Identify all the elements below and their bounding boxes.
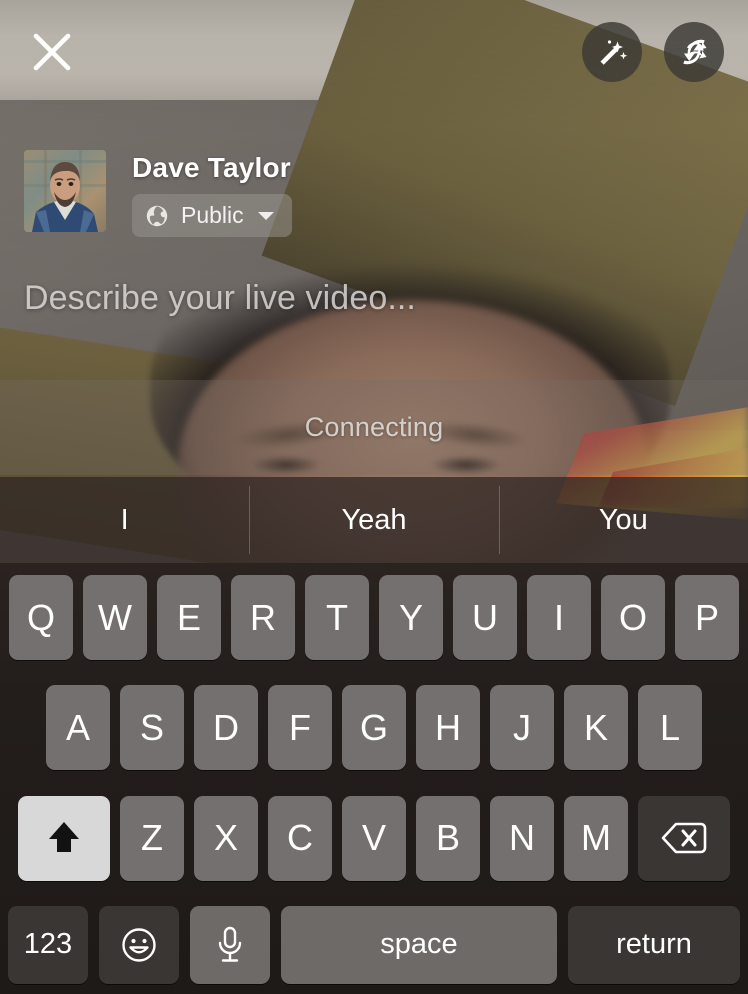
key-k[interactable]: K <box>564 685 628 771</box>
effects-button[interactable] <box>582 22 642 82</box>
key-d[interactable]: D <box>194 685 258 771</box>
description-input[interactable]: Describe your live video... <box>24 279 724 318</box>
key-s[interactable]: S <box>120 685 184 771</box>
key-v[interactable]: V <box>342 795 406 881</box>
key-t[interactable]: T <box>305 575 369 660</box>
close-button[interactable] <box>24 24 80 80</box>
status-text: Connecting <box>304 412 444 442</box>
key-h[interactable]: H <box>416 685 480 771</box>
space-key[interactable]: space <box>281 905 557 984</box>
key-o[interactable]: O <box>601 575 665 660</box>
keyboard-row-2: A S D F G H J K L <box>4 685 744 771</box>
identity-text: Dave Taylor Public <box>132 150 292 237</box>
suggestion-item-2[interactable]: You <box>498 477 748 563</box>
close-icon <box>31 31 73 73</box>
key-g[interactable]: G <box>342 685 406 771</box>
key-w[interactable]: W <box>83 575 147 660</box>
connection-status-band: Connecting <box>0 380 748 475</box>
magic-wand-icon <box>595 35 629 69</box>
flip-camera-button[interactable] <box>664 22 724 82</box>
privacy-selector[interactable]: Public <box>132 194 292 237</box>
globe-icon <box>145 204 169 228</box>
key-z[interactable]: Z <box>120 795 184 881</box>
live-video-composer-screen: Dave Taylor Public Describe your live vi… <box>0 0 748 994</box>
keyboard-row-3: Z X C V B N M <box>4 795 744 881</box>
numbers-key[interactable]: 123 <box>8 905 88 984</box>
key-x[interactable]: X <box>194 795 258 881</box>
key-n[interactable]: N <box>490 795 554 881</box>
key-p[interactable]: P <box>675 575 739 660</box>
key-m[interactable]: M <box>564 795 628 881</box>
suggestion-item-0[interactable]: I <box>0 477 249 563</box>
chevron-down-icon <box>256 209 276 223</box>
composer-panel: Dave Taylor Public Describe your live vi… <box>0 104 748 318</box>
suggestion-item-1[interactable]: Yeah <box>249 477 498 563</box>
keyboard-row-4: 123 space return <box>4 905 744 984</box>
keyboard-row-1: Q W E R T Y U I O P <box>4 575 744 660</box>
privacy-label: Public <box>181 202 244 228</box>
dictation-key[interactable] <box>190 905 270 984</box>
key-e[interactable]: E <box>157 575 221 660</box>
key-q[interactable]: Q <box>9 575 73 660</box>
top-bar <box>0 0 748 104</box>
key-i[interactable]: I <box>527 575 591 660</box>
delete-backward-icon <box>661 820 707 856</box>
top-bar-actions <box>582 22 724 82</box>
avatar[interactable] <box>24 150 106 232</box>
key-u[interactable]: U <box>453 575 517 660</box>
on-screen-keyboard: Q W E R T Y U I O P A S D F G H J K L Z … <box>0 563 748 994</box>
smiley-face-icon <box>120 926 158 964</box>
camera-flip-icon <box>677 35 711 69</box>
shift-key[interactable] <box>18 795 110 881</box>
key-b[interactable]: B <box>416 795 480 881</box>
emoji-key[interactable] <box>99 905 179 984</box>
return-key[interactable]: return <box>568 905 740 984</box>
key-a[interactable]: A <box>46 685 110 771</box>
avatar-image <box>24 150 106 232</box>
identity-row: Dave Taylor Public <box>24 150 724 237</box>
key-f[interactable]: F <box>268 685 332 771</box>
autocorrect-suggestion-bar: I Yeah You <box>0 477 748 563</box>
key-r[interactable]: R <box>231 575 295 660</box>
user-name: Dave Taylor <box>132 152 291 183</box>
key-c[interactable]: C <box>268 795 332 881</box>
key-l[interactable]: L <box>638 685 702 771</box>
microphone-icon <box>215 925 245 965</box>
backspace-key[interactable] <box>638 795 730 881</box>
key-y[interactable]: Y <box>379 575 443 660</box>
shift-arrow-icon <box>44 816 84 860</box>
key-j[interactable]: J <box>490 685 554 771</box>
